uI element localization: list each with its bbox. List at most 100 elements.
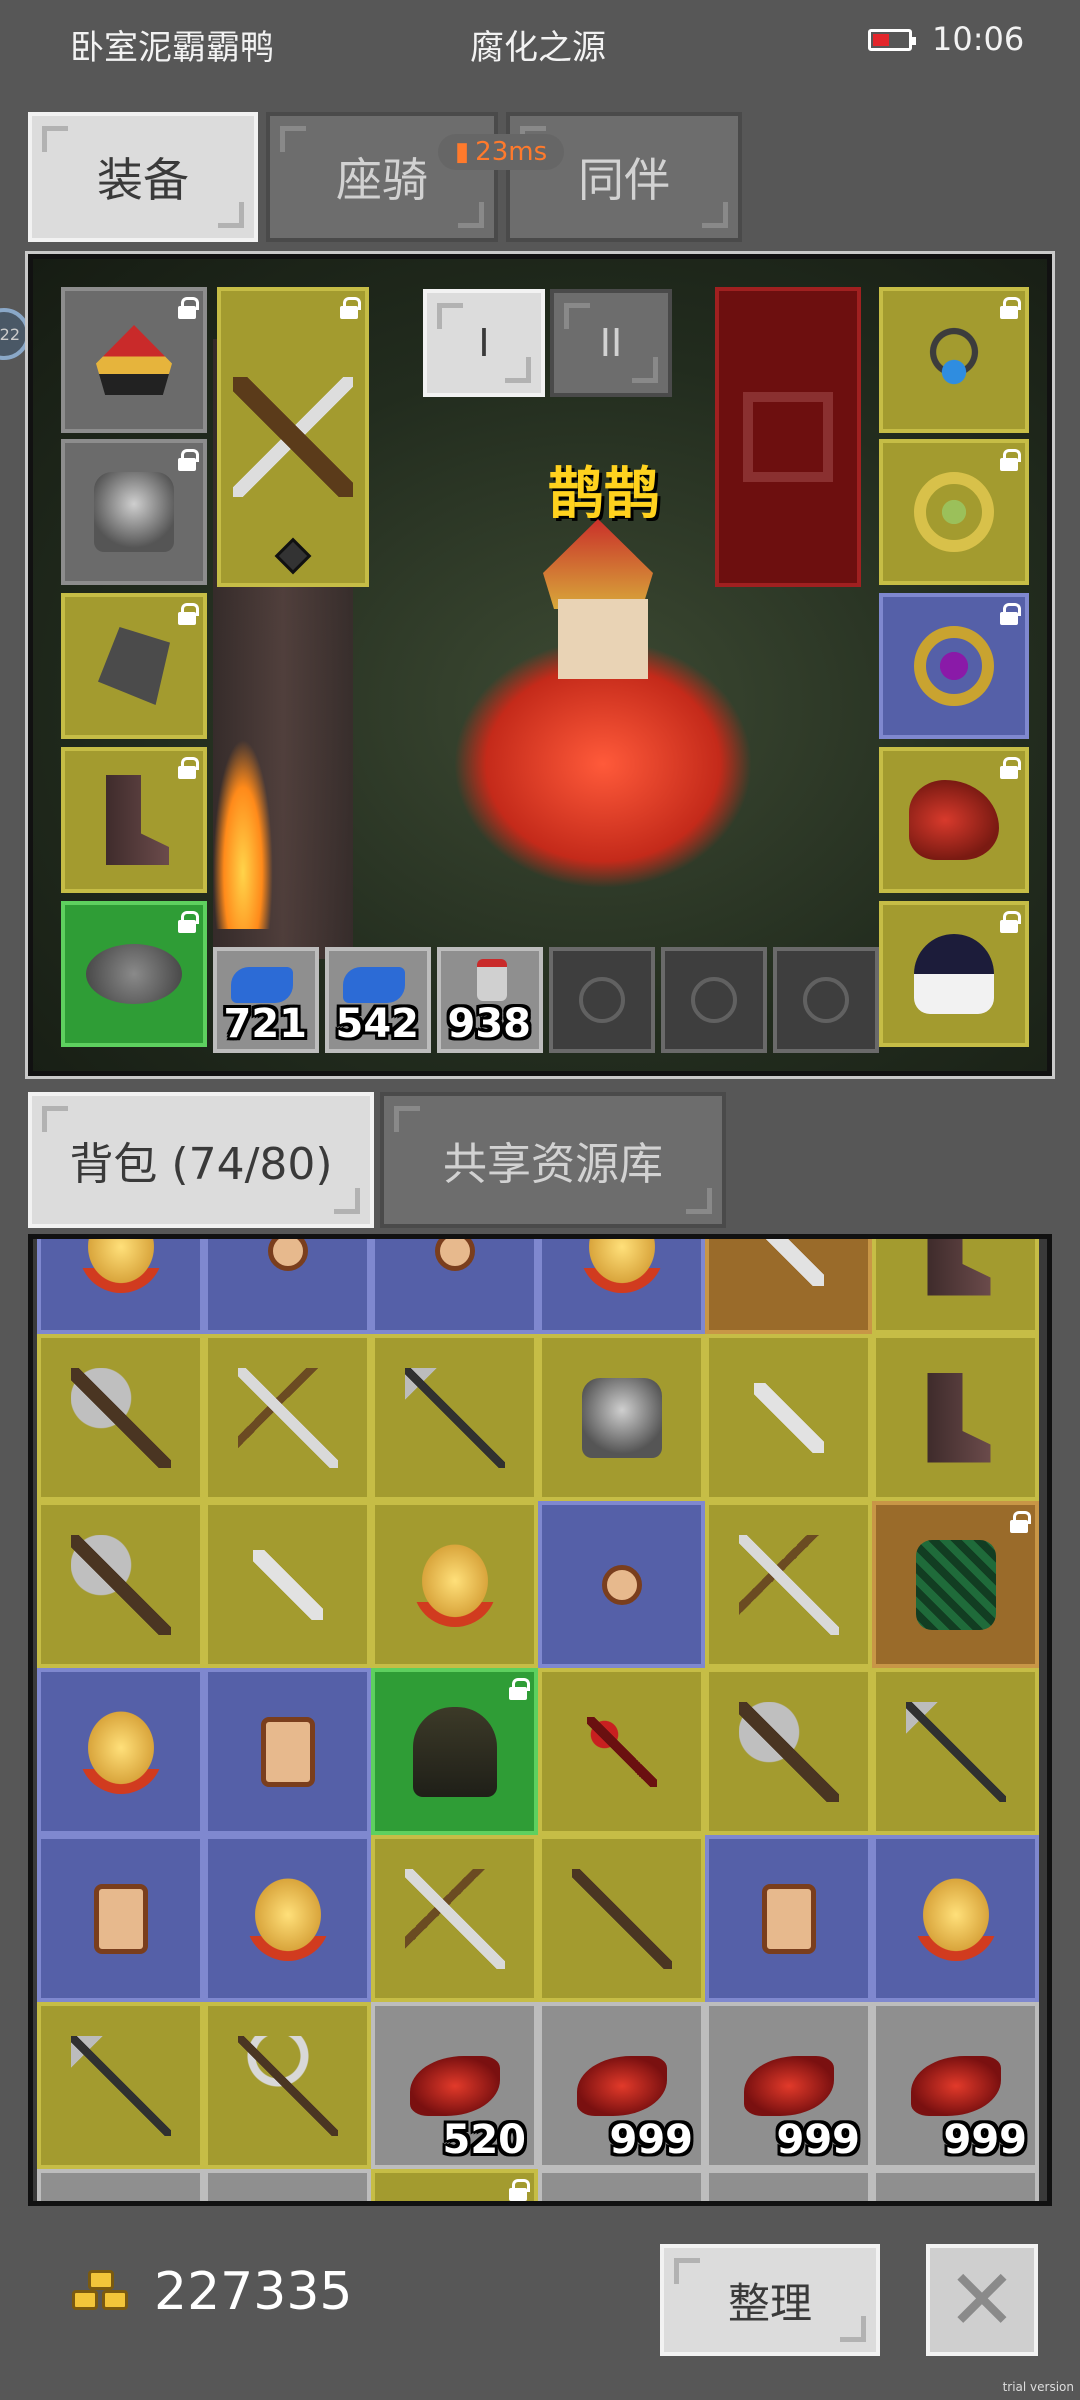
bag-slot[interactable] bbox=[872, 1334, 1039, 1501]
bag-slot[interactable] bbox=[371, 2169, 538, 2201]
slot-mount[interactable] bbox=[879, 747, 1029, 893]
signal-bars-icon: ▮ bbox=[454, 137, 470, 167]
bag-slot[interactable] bbox=[371, 1334, 538, 1501]
tab-shared-storage[interactable]: 共享资源库 bbox=[380, 1092, 726, 1228]
tab-backpack[interactable]: 背包 (74/80) bbox=[28, 1092, 374, 1228]
bag-slot[interactable] bbox=[37, 2169, 204, 2201]
bag-slot[interactable] bbox=[705, 1668, 872, 1835]
bag-slot[interactable] bbox=[872, 2169, 1039, 2201]
lock-icon bbox=[177, 911, 199, 933]
gold-coins-icon bbox=[72, 2270, 132, 2320]
bag-slot[interactable]: 999 bbox=[705, 2002, 872, 2169]
bag-slot[interactable] bbox=[538, 1334, 705, 1501]
slot-shoulder[interactable] bbox=[61, 901, 207, 1047]
slot-gloves[interactable] bbox=[61, 593, 207, 739]
slot-amulet[interactable] bbox=[879, 287, 1029, 433]
status-center-text: 腐化之源 bbox=[470, 28, 606, 68]
close-button[interactable]: ✕ bbox=[926, 2244, 1038, 2356]
tab-mount-label: 座骑 bbox=[336, 153, 428, 207]
bag-slot[interactable]: 999 bbox=[872, 2002, 1039, 2169]
tab-equipment[interactable]: 装备 bbox=[28, 112, 258, 242]
slot-ring-2[interactable] bbox=[879, 593, 1029, 739]
bag-slot[interactable] bbox=[204, 1239, 371, 1334]
dragon-mount-icon bbox=[909, 780, 999, 860]
red-leaf-icon bbox=[910, 2055, 1001, 2116]
bag-slot[interactable] bbox=[705, 1239, 872, 1334]
wand-icon bbox=[586, 1716, 657, 1787]
bag-slot[interactable] bbox=[204, 2169, 371, 2201]
bag-slot[interactable] bbox=[538, 1239, 705, 1334]
clock: 10:06 bbox=[932, 20, 1025, 58]
bag-slot[interactable] bbox=[204, 1835, 371, 2002]
bag-slot[interactable] bbox=[37, 1835, 204, 2002]
battle-axe-icon bbox=[70, 1367, 171, 1468]
bag-slot[interactable]: 520 bbox=[371, 2002, 538, 2169]
bag-slot[interactable] bbox=[37, 2002, 204, 2169]
trident-icon bbox=[905, 1701, 1006, 1802]
lock-icon bbox=[177, 297, 199, 319]
ring-icon bbox=[914, 472, 994, 552]
amulet-icon bbox=[914, 320, 994, 400]
bag-slot[interactable] bbox=[705, 2169, 872, 2201]
bag-slot[interactable] bbox=[538, 2169, 705, 2201]
bag-slot[interactable] bbox=[204, 1334, 371, 1501]
spear-icon bbox=[571, 1868, 672, 1969]
consumable-slot-2[interactable]: 542 bbox=[325, 947, 431, 1053]
bag-slot[interactable] bbox=[705, 1835, 872, 2002]
sword-icon bbox=[738, 1534, 839, 1635]
bag-slot[interactable] bbox=[204, 1501, 371, 1668]
side-floating-badge[interactable]: 22 bbox=[0, 308, 30, 360]
boots-icon bbox=[927, 1239, 991, 1296]
tab-mount[interactable]: 座骑 bbox=[266, 112, 498, 242]
slot-armor[interactable] bbox=[61, 439, 207, 585]
bag-slot[interactable] bbox=[371, 1835, 538, 2002]
bag-slot[interactable] bbox=[37, 1668, 204, 1835]
bag-slot[interactable] bbox=[872, 1239, 1039, 1334]
scarab-icon bbox=[78, 1709, 163, 1794]
bag-slot[interactable] bbox=[538, 1501, 705, 1668]
bag-slot[interactable] bbox=[37, 1239, 204, 1334]
scarab-icon bbox=[245, 1876, 330, 1961]
sword-icon bbox=[404, 1868, 505, 1969]
tab-companion[interactable]: 同伴 bbox=[506, 112, 742, 242]
bag-slot[interactable] bbox=[538, 1668, 705, 1835]
bag-slot[interactable] bbox=[37, 1334, 204, 1501]
item-count: 520 bbox=[442, 2117, 527, 2163]
stage-tab-2-label: II bbox=[599, 321, 623, 365]
bag-slot[interactable] bbox=[371, 1501, 538, 1668]
backpack-grid[interactable]: 520 999 999 999 bbox=[28, 1234, 1052, 2206]
bag-slot[interactable] bbox=[371, 1668, 538, 1835]
bag-slot[interactable] bbox=[538, 1835, 705, 2002]
consumable-slot-3[interactable]: 938 bbox=[437, 947, 543, 1053]
consumable-slot-5[interactable] bbox=[661, 947, 767, 1053]
hero-face bbox=[558, 599, 648, 679]
slot-boots[interactable] bbox=[61, 747, 207, 893]
crossbow-icon bbox=[233, 377, 353, 497]
scythe-icon bbox=[237, 2035, 338, 2136]
consumable-slot-6[interactable] bbox=[773, 947, 879, 1053]
lock-icon bbox=[508, 2179, 530, 2201]
hero-character bbox=[453, 489, 753, 909]
bag-slot[interactable] bbox=[37, 1501, 204, 1668]
equipment-scene: I II 鹊鹊 721 542 938 bbox=[25, 251, 1055, 1079]
consumable-slot-1[interactable]: 721 bbox=[213, 947, 319, 1053]
bag-slot[interactable]: 999 bbox=[538, 2002, 705, 2169]
bag-slot[interactable] bbox=[204, 1668, 371, 1835]
slot-helmet[interactable] bbox=[61, 287, 207, 433]
bag-slot[interactable] bbox=[872, 1501, 1039, 1668]
trial-watermark: trial version bbox=[1002, 2380, 1074, 2394]
bag-slot[interactable] bbox=[872, 1835, 1039, 2002]
bag-slot[interactable] bbox=[204, 2002, 371, 2169]
bag-slot[interactable] bbox=[371, 1239, 538, 1334]
slot-companion[interactable] bbox=[879, 901, 1029, 1047]
bag-slot[interactable] bbox=[705, 1501, 872, 1668]
stage-tab-2[interactable]: II bbox=[550, 289, 672, 397]
consumable-slot-4[interactable] bbox=[549, 947, 655, 1053]
bag-slot[interactable] bbox=[705, 1334, 872, 1501]
blue-potion-icon bbox=[231, 967, 293, 1003]
stage-tab-1[interactable]: I bbox=[423, 289, 545, 397]
slot-weapon[interactable] bbox=[217, 287, 369, 587]
sort-button[interactable]: 整理 bbox=[660, 2244, 880, 2356]
slot-ring-1[interactable] bbox=[879, 439, 1029, 585]
bag-slot[interactable] bbox=[872, 1668, 1039, 1835]
